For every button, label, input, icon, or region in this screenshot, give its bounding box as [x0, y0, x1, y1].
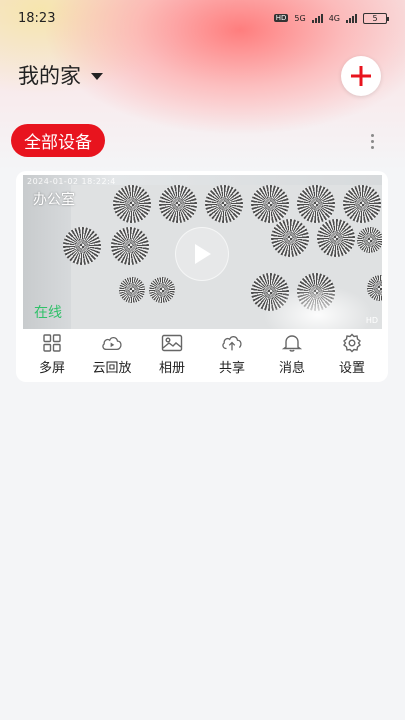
all-devices-tab[interactable]: 全部设备: [11, 124, 105, 157]
home-name: 我的家: [18, 64, 81, 88]
grid-icon: [41, 334, 63, 352]
album-icon: [161, 334, 183, 352]
status-time: 18:23: [18, 10, 56, 26]
signal-icon: [311, 13, 323, 23]
dot-icon: [370, 133, 374, 137]
home-selector[interactable]: 我的家: [18, 60, 103, 90]
camera-preview[interactable]: 2024-01-02 18:22:4 办公室 在线 HD: [23, 175, 382, 329]
gear-icon: [341, 333, 363, 353]
action-label: 消息: [278, 361, 305, 376]
caret-down-icon: [91, 73, 103, 80]
more-options-button[interactable]: [362, 128, 382, 154]
quality-badge: HD: [365, 316, 378, 325]
cloud-playback-button[interactable]: 云回放: [82, 334, 142, 376]
status-bar: 18:23 HD 5G 4G 5: [0, 0, 405, 36]
battery-icon: 5: [363, 12, 389, 24]
hd-badge: HD: [273, 14, 289, 22]
messages-button[interactable]: 消息: [262, 334, 322, 376]
plus-icon: [351, 66, 371, 86]
device-actions: 多屏 云回放 相册 共享 消息 设置: [22, 333, 382, 376]
action-label: 设置: [338, 361, 365, 376]
multi-screen-button[interactable]: 多屏: [22, 334, 82, 376]
settings-button[interactable]: 设置: [322, 333, 382, 376]
device-status: 在线: [34, 305, 62, 321]
dot-icon: [370, 139, 374, 143]
share-button[interactable]: 共享: [202, 334, 262, 376]
dot-icon: [370, 145, 374, 149]
status-indicators: HD 5G 4G 5: [273, 12, 389, 24]
network-4g-label: 4G: [328, 13, 340, 23]
add-device-button[interactable]: [341, 56, 381, 96]
play-icon: [195, 244, 211, 264]
play-button[interactable]: [175, 227, 229, 281]
camera-timestamp: 2024-01-02 18:22:4: [27, 177, 116, 186]
network-5g-label: 5G: [294, 13, 306, 23]
device-card: 2024-01-02 18:22:4 办公室 在线 HD 多屏 云回放 相册 共…: [16, 171, 388, 382]
all-devices-label: 全部设备: [24, 133, 92, 153]
action-label: 相册: [158, 361, 185, 376]
cloud-play-icon: [101, 334, 123, 352]
light-glare: [263, 285, 373, 329]
action-label: 云回放: [92, 361, 132, 376]
action-label: 共享: [218, 361, 245, 376]
signal-icon-2: [346, 13, 357, 23]
action-label: 多屏: [38, 361, 65, 376]
device-name: 办公室: [33, 192, 75, 208]
album-button[interactable]: 相册: [142, 334, 202, 376]
battery-level: 5: [372, 13, 378, 23]
cloud-upload-icon: [221, 334, 243, 352]
bell-icon: [281, 334, 303, 352]
